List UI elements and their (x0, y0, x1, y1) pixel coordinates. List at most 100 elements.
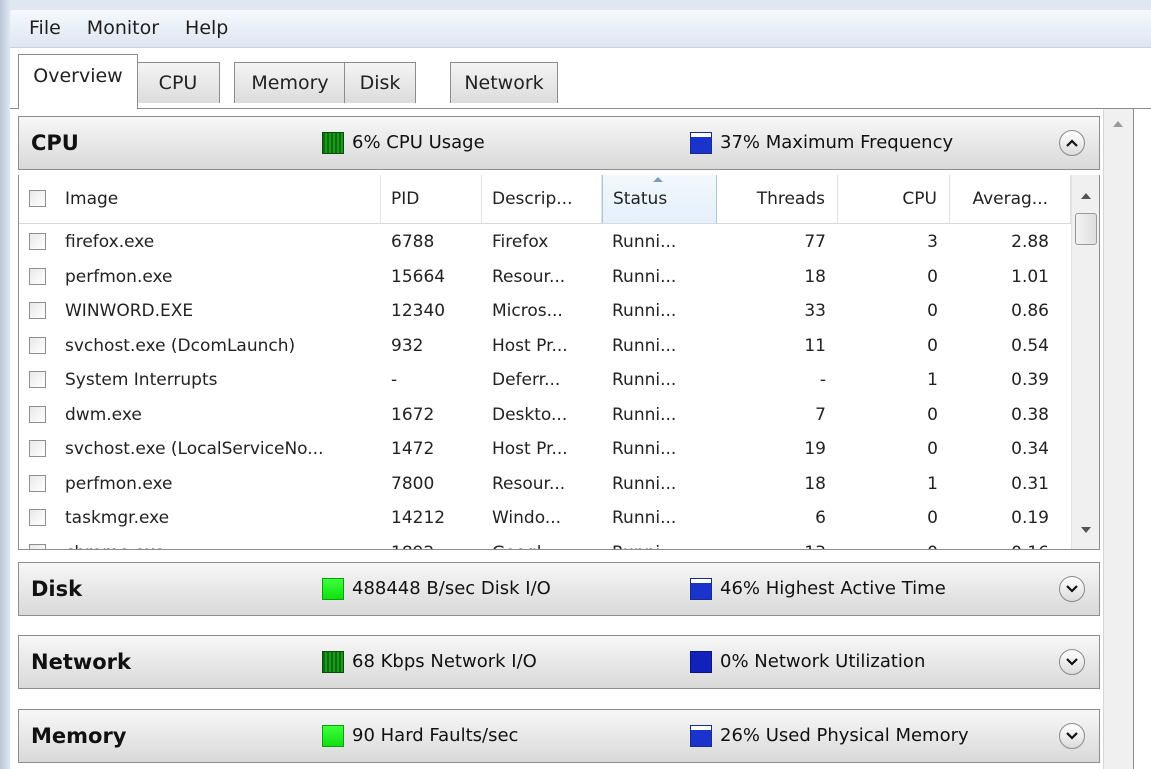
column-status-label: Status (613, 189, 668, 209)
tab-overview[interactable]: Overview (18, 54, 138, 109)
cell-threads: 7 (815, 404, 826, 425)
chevron-down-icon (1066, 585, 1078, 593)
cell-status: Runni... (612, 335, 677, 356)
table-row[interactable]: perfmon.exe 15664 Resour... Runni... 18 0 1.01 (19, 260, 1071, 294)
cell-threads: 77 (804, 232, 826, 252)
overview-panel: CPU 6% CPU Usage 37% Maximum Frequency I… (10, 109, 1103, 769)
cell-cpu: 0 (927, 335, 938, 356)
scroll-thumb[interactable] (1075, 213, 1097, 245)
column-status[interactable]: Status (602, 175, 717, 223)
column-average-cpu[interactable]: Averag... (950, 175, 1071, 223)
cell-threads: 18 (804, 266, 826, 287)
network-section-header[interactable]: Network 68 Kbps Network I/O 0% Network U… (18, 635, 1100, 689)
row-checkbox[interactable] (29, 267, 46, 285)
disk-io-swatch-icon (322, 578, 344, 600)
row-checkbox[interactable] (29, 509, 46, 526)
cell-pid: 932 (391, 335, 424, 356)
memory-used-text: 26% Used Physical Memory (720, 725, 969, 746)
select-all-checkbox[interactable] (29, 190, 46, 207)
cell-status: Runni... (612, 439, 677, 459)
tab-network[interactable]: Network (450, 62, 558, 103)
table-row[interactable]: svchost.exe (DcomLaunch) 932 Host Pr... Run… (19, 329, 1071, 363)
cpu-frequency-metric: 37% Maximum Frequency (690, 117, 953, 169)
cell-threads: 11 (804, 335, 826, 356)
cell-pid: 1672 (391, 404, 435, 425)
disk-expand-button[interactable] (1059, 576, 1085, 602)
table-row[interactable]: dwm.exe 1672 Deskto... Runni... 7 0 0.38 (19, 398, 1071, 432)
chevron-down-icon (1066, 732, 1078, 740)
cpu-section-header[interactable]: CPU 6% CPU Usage 37% Maximum Frequency (18, 116, 1100, 170)
cell-average-cpu: 0.38 (1011, 404, 1049, 425)
cell-threads: 6 (815, 508, 826, 528)
cell-cpu: 0 (927, 508, 938, 528)
row-checkbox[interactable] (29, 474, 46, 492)
network-io-metric: 68 Kbps Network I/O (322, 636, 537, 688)
column-image[interactable]: Image (19, 175, 381, 223)
cpu-frequency-swatch-icon (690, 132, 712, 154)
row-checkbox[interactable] (29, 405, 46, 423)
tab-memory[interactable]: Memory (234, 62, 346, 103)
table-row[interactable]: firefox.exe 6788 Firefox Runni... 77 3 2.88 (19, 225, 1071, 259)
column-description-label: Descrip... (492, 189, 573, 209)
cell-image: firefox.exe (65, 232, 155, 252)
cell-cpu: 0 (927, 439, 938, 459)
table-row[interactable]: WINWORD.EXE 12340 Micros... Runni... 33 0 0.86 (19, 294, 1071, 328)
column-image-label: Image (65, 189, 119, 209)
cell-description: Googl... (492, 536, 600, 550)
tab-disk[interactable]: Disk (344, 62, 416, 103)
network-utilization-metric: 0% Network Utilization (690, 636, 925, 688)
panel-scroll-up-icon[interactable] (1113, 121, 1123, 127)
cell-description: Deferr... (492, 370, 561, 390)
cell-pid: 14212 (391, 508, 446, 528)
row-checkbox[interactable] (29, 371, 46, 388)
memory-section-title: Memory (31, 724, 127, 748)
memory-expand-button[interactable] (1059, 723, 1085, 749)
scroll-down-icon[interactable] (1081, 527, 1091, 533)
row-checkbox[interactable] (29, 543, 46, 549)
cell-cpu: 0 (927, 301, 938, 321)
panel-scrollbar[interactable] (1103, 109, 1134, 769)
cell-threads: - (819, 370, 826, 390)
menu-help[interactable]: Help (171, 10, 240, 47)
menu-bar: File Monitor Help (10, 10, 1151, 48)
cell-image: chrome.exe (65, 536, 375, 550)
table-row[interactable]: System Interrupts - Deferr... Runni... - 1 0.3… (19, 363, 1071, 397)
tab-cpu[interactable]: CPU (136, 62, 220, 103)
row-checkbox[interactable] (29, 440, 46, 457)
disk-io-text: 488448 B/sec Disk I/O (352, 578, 551, 599)
table-row[interactable]: perfmon.exe 7800 Resour... Runni... 18 1 0.31 (19, 467, 1071, 501)
column-description[interactable]: Descrip... (482, 175, 602, 223)
cpu-collapse-button[interactable] (1059, 130, 1085, 156)
window-top-edge (0, 0, 1151, 10)
table-row[interactable]: taskmgr.exe 14212 Windo... Runni... 6 0 0.19 (19, 501, 1071, 535)
memory-used-metric: 26% Used Physical Memory (690, 710, 969, 762)
row-checkbox[interactable] (29, 336, 46, 354)
cell-image: perfmon.exe (65, 266, 173, 287)
table-scrollbar[interactable] (1071, 175, 1099, 549)
cell-cpu: 3 (927, 232, 938, 252)
sort-ascending-icon (652, 177, 663, 182)
memory-section-header[interactable]: Memory 90 Hard Faults/sec 26% Used Physi… (18, 709, 1100, 763)
network-expand-button[interactable] (1059, 649, 1085, 675)
disk-section-header[interactable]: Disk 488448 B/sec Disk I/O 46% Highest A… (18, 562, 1100, 616)
menu-monitor[interactable]: Monitor (73, 10, 171, 47)
column-cpu[interactable]: CPU (838, 175, 950, 223)
cell-average-cpu: 0.31 (1011, 473, 1049, 494)
column-threads[interactable]: Threads (717, 175, 838, 223)
cell-pid: 7800 (391, 473, 435, 494)
row-checkbox[interactable] (29, 302, 46, 319)
column-pid[interactable]: PID (381, 175, 482, 223)
memory-faults-metric: 90 Hard Faults/sec (322, 710, 518, 762)
memory-used-swatch-icon (690, 725, 712, 747)
cell-average-cpu: 1.01 (1011, 266, 1049, 287)
table-row[interactable]: chrome.exe 1892 Googl... Runni...13 0 0.16 (19, 536, 1071, 550)
cell-image: dwm.exe (65, 404, 142, 425)
menu-file[interactable]: File (10, 10, 73, 47)
cell-description: Host Pr... (492, 439, 568, 459)
cell-average-cpu: 0.86 (1011, 301, 1049, 321)
cpu-usage-metric: 6% CPU Usage (322, 117, 485, 169)
scroll-up-icon[interactable] (1081, 193, 1091, 199)
table-row[interactable]: svchost.exe (LocalServiceNo... 1472 Host P… (19, 432, 1071, 466)
row-checkbox[interactable] (29, 233, 46, 250)
table-header: Image PID Descrip... Status Threads CPU … (19, 175, 1071, 224)
